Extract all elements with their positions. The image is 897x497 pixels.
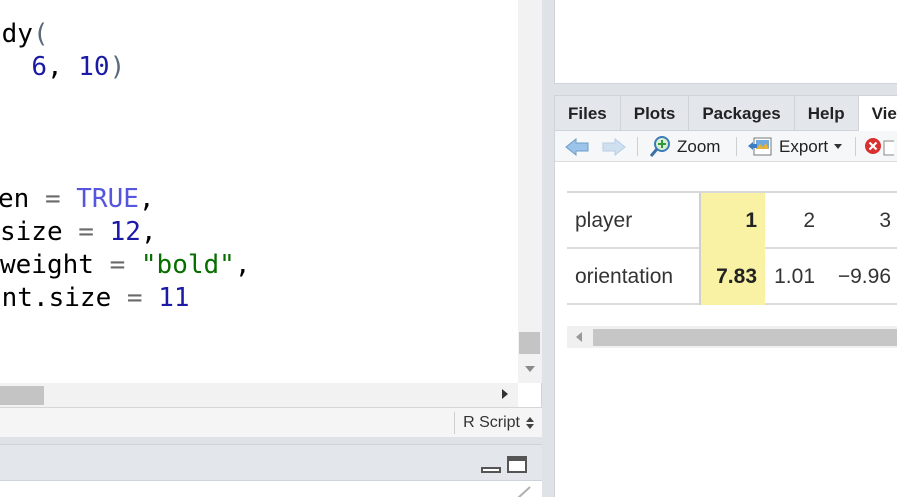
pane-tab-bar: Files Plots Packages Help Viewer <box>555 96 897 132</box>
table-row: orientation 7.83 1.01 −9.96 <box>567 249 897 305</box>
table-cell: −9.96 <box>837 265 891 288</box>
horizontal-scroll-thumb[interactable] <box>0 386 44 405</box>
chevron-down-icon <box>834 144 843 149</box>
highlighted-cell: 1 <box>701 193 765 249</box>
table-cell: 2 <box>803 209 815 232</box>
code-line-2: 6, 10) <box>31 52 126 82</box>
source-editor-pane: ody( 6, 10) en = TRUE, size = 12, weight… <box>0 0 542 437</box>
code-area[interactable]: ody( 6, 10) en = TRUE, size = 12, weight… <box>0 0 518 383</box>
maximize-pane-icon[interactable] <box>507 456 527 473</box>
code-line-4: size = 12, <box>0 217 157 247</box>
code-line-1: ody( <box>0 19 49 49</box>
up-down-chevron-icon <box>526 417 534 429</box>
code-line-3: en = TRUE, <box>0 184 155 214</box>
code-line-5: weight = "bold", <box>0 250 251 280</box>
magnifier-plus-icon <box>649 135 670 157</box>
scroll-left-arrow-icon[interactable] <box>576 332 582 342</box>
export-image-icon <box>748 137 772 155</box>
export-label: Export <box>779 136 829 156</box>
console-body[interactable] <box>0 481 542 497</box>
tab-plots[interactable]: Plots <box>621 96 690 131</box>
table-row: player 1 2 3 <box>567 193 897 249</box>
viewer-scroll-thumb[interactable] <box>593 329 897 346</box>
environment-pane <box>554 0 897 84</box>
arrow-left-icon[interactable] <box>565 138 589 156</box>
scroll-right-arrow-icon[interactable] <box>502 389 508 399</box>
export-button[interactable]: Export <box>747 131 843 162</box>
viewer-horizontal-scrollbar[interactable] <box>567 326 897 348</box>
arrow-right-icon[interactable] <box>602 138 626 156</box>
code-line-6: ont.size = 11 <box>0 283 190 313</box>
vertical-scroll-thumb[interactable] <box>519 332 540 354</box>
files-plots-viewer-pane: Files Plots Packages Help Viewer Zo <box>554 95 897 497</box>
file-type-label: R Script <box>463 414 520 431</box>
console-pane-header <box>0 445 542 481</box>
table-cell: 3 <box>879 209 891 232</box>
viewer-toolbar: Zoom Export <box>555 131 897 162</box>
file-type-selector[interactable]: R Script <box>454 412 534 434</box>
tab-help[interactable]: Help <box>795 96 859 131</box>
rstudio-window: ody( 6, 10) en = TRUE, size = 12, weight… <box>0 0 897 497</box>
row-header-player: player <box>575 209 633 232</box>
broom-icon[interactable] <box>516 485 534 497</box>
zoom-button[interactable]: Zoom <box>649 131 720 162</box>
column-divider <box>699 193 701 305</box>
tab-files[interactable]: Files <box>555 96 621 131</box>
tab-packages[interactable]: Packages <box>689 96 795 131</box>
editor-status-bar: R Script <box>0 407 542 437</box>
row-header-orientation: orientation <box>575 265 674 288</box>
console-pane <box>0 444 542 497</box>
editor-vertical-scrollbar[interactable] <box>518 0 542 383</box>
zoom-label: Zoom <box>677 136 721 156</box>
editor-horizontal-scrollbar[interactable] <box>0 383 518 407</box>
clear-red-x-icon[interactable] <box>864 137 894 157</box>
minimize-pane-icon[interactable] <box>481 459 501 473</box>
highlighted-cell: 7.83 <box>701 249 765 305</box>
tab-viewer[interactable]: Viewer <box>858 96 897 132</box>
scroll-down-arrow-icon[interactable] <box>525 366 535 372</box>
table-cell: 1.01 <box>774 265 815 288</box>
